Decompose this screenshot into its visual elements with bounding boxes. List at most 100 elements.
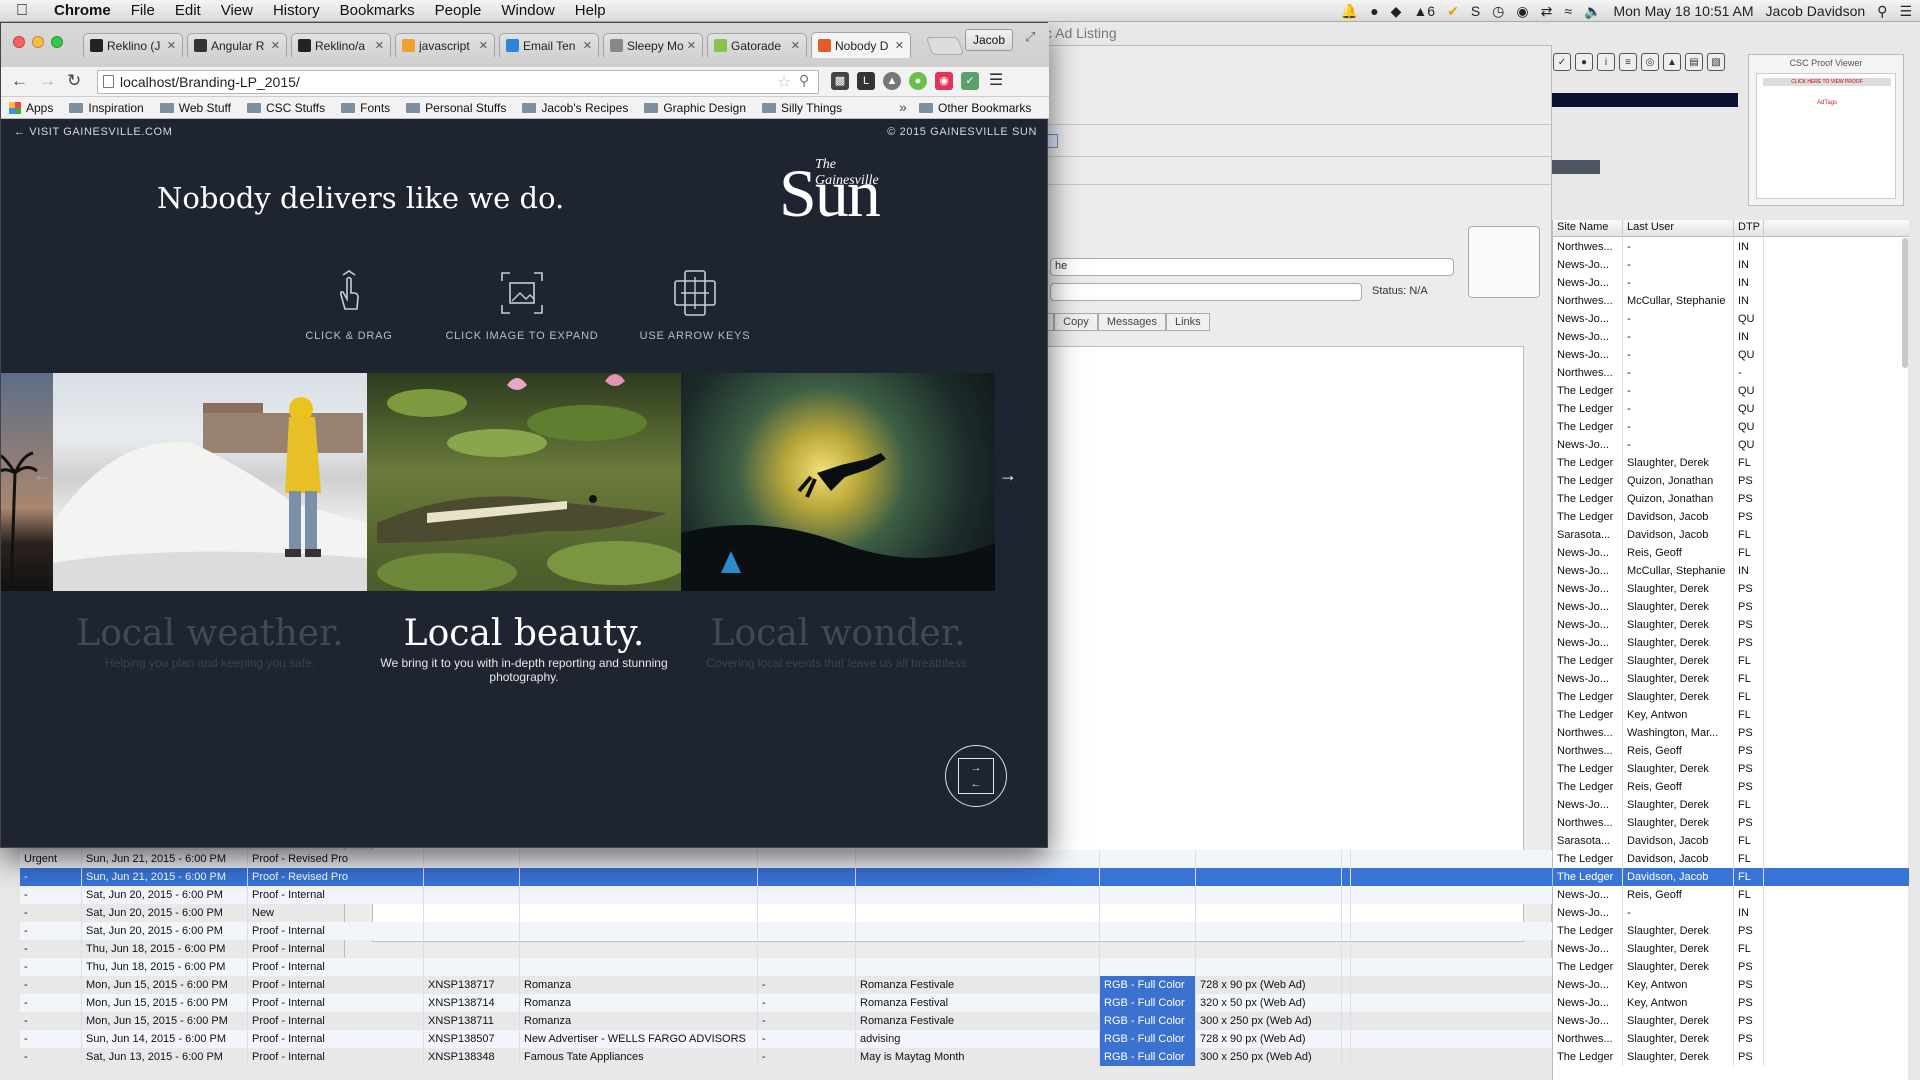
table-row[interactable]: The Ledger Slaughter, Derek FL [1553, 454, 1909, 472]
notification-bell-icon[interactable]: 🔔 [1341, 3, 1358, 20]
table-row[interactable]: News-Jo... - IN [1553, 274, 1909, 292]
apple-menu-icon[interactable]:  [0, 2, 44, 20]
menu-window[interactable]: Window [491, 2, 564, 19]
table-row[interactable]: News-Jo... - IN [1553, 328, 1909, 346]
binoculars-icon[interactable]: ◉ [1516, 3, 1528, 20]
browser-tab[interactable]: Email Ten ✕ [499, 33, 599, 57]
table-row[interactable]: The Ledger Slaughter, Derek PS [1553, 760, 1909, 778]
forward-arrow-icon[interactable]: → [39, 71, 56, 91]
menu-app-chrome[interactable]: Chrome [44, 2, 121, 19]
table-row[interactable]: - Sat, Jun 20, 2015 - 6:00 PM Proof - Inte… [20, 922, 1552, 940]
gainesville-sun-logo[interactable]: Sun The Gainesville [779, 155, 891, 227]
table-row[interactable]: News-Jo... - QU [1553, 310, 1909, 328]
table-row[interactable]: - Thu, Jun 18, 2015 - 6:00 PM Proof - Inte… [20, 958, 1552, 976]
zoom-window-button[interactable] [51, 36, 63, 48]
adobe-icon[interactable]: ▲6 [1413, 3, 1435, 19]
bookmark-folder[interactable]: Inspiration [61, 101, 151, 115]
tab-close-icon[interactable]: ✕ [791, 39, 800, 52]
bookmark-star-icon[interactable]: ☆ [777, 72, 791, 92]
new-tab-button[interactable] [925, 37, 965, 55]
print-icon[interactable]: ▤ [1685, 53, 1703, 71]
table-row[interactable]: Northwes... Slaughter, Derek PS [1553, 1030, 1909, 1048]
table-row[interactable]: News-Jo... Reis, Geoff FL [1553, 886, 1909, 904]
table-row[interactable]: News-Jo... Slaughter, Derek FL [1553, 670, 1909, 688]
address-bar[interactable]: localhost/Branding-LP_2015/ [97, 70, 819, 94]
stop-icon[interactable]: ● [1575, 53, 1593, 71]
table-row[interactable]: News-Jo... Key, Antwon PS [1553, 976, 1909, 994]
target-icon[interactable]: ◎ [1641, 53, 1659, 71]
user-name[interactable]: Jacob Davidson [1766, 3, 1866, 19]
extension-l-icon[interactable]: L [857, 72, 875, 90]
usb-icon[interactable]: ⇄ [1541, 3, 1553, 20]
back-arrow-icon[interactable]: ← [11, 71, 28, 91]
close-window-button[interactable] [13, 36, 25, 48]
dropbox-icon[interactable]: ◆ [1391, 3, 1402, 20]
extension-shield-icon[interactable]: ▲ [883, 72, 901, 90]
table-row[interactable]: News-Jo... - IN [1553, 904, 1909, 922]
evernote-icon[interactable]: ● [1370, 3, 1378, 19]
table-row[interactable]: News-Jo... Key, Antwon PS [1553, 994, 1909, 1012]
table-row[interactable]: The Ledger - QU [1553, 418, 1909, 436]
table-row[interactable]: News-Jo... - QU [1553, 436, 1909, 454]
skype-icon[interactable]: S [1471, 3, 1480, 19]
proof-link-bar[interactable]: CLICK HERE TO VIEW PROOF [1763, 78, 1891, 86]
table-row[interactable]: Northwes... Slaughter, Derek PS [1553, 814, 1909, 832]
table-row[interactable]: The Ledger Davidson, Jacob FL [1553, 868, 1909, 886]
table-row[interactable]: - Sun, Jun 14, 2015 - 6:00 PM Proof - Inte… [20, 1030, 1552, 1048]
notification-center-icon[interactable]: ☰ [1899, 3, 1912, 20]
table-row[interactable]: - Sat, Jun 20, 2015 - 6:00 PM New [20, 904, 1552, 922]
bookmark-folder[interactable]: Jacob's Recipes [514, 101, 636, 115]
table-row[interactable]: - Sun, Jun 21, 2015 - 6:00 PM Proof - Revi… [20, 868, 1552, 886]
tab-close-icon[interactable]: ✕ [375, 39, 384, 52]
table-row[interactable]: The Ledger - QU [1553, 400, 1909, 418]
table-row[interactable]: The Ledger Key, Antwon FL [1553, 706, 1909, 724]
checkmark-icon[interactable]: ✔ [1447, 3, 1459, 20]
fullscreen-icon[interactable]: ⤢ [1025, 29, 1035, 45]
table-row[interactable]: News-Jo... Slaughter, Derek FL [1553, 940, 1909, 958]
menu-file[interactable]: File [121, 2, 165, 19]
carousel-next-arrow-icon[interactable]: → [999, 465, 1017, 486]
list-icon[interactable]: ≡ [1619, 53, 1637, 71]
keyboard-nav-button[interactable]: → ← [945, 745, 1007, 807]
table-row[interactable]: The Ledger Slaughter, Derek FL [1553, 688, 1909, 706]
browser-tab[interactable]: Nobody D ✕ [811, 32, 911, 58]
extension-film-icon[interactable]: ▩ [831, 72, 849, 90]
menu-view[interactable]: View [211, 2, 263, 19]
carousel-photo-weather[interactable] [53, 373, 367, 591]
table-row[interactable]: - Mon, Jun 15, 2015 - 6:00 PM Proof - Inte… [20, 994, 1552, 1012]
thumbnail-well[interactable] [1468, 226, 1540, 298]
table-row[interactable]: The Ledger - QU [1553, 382, 1909, 400]
carousel-photo-beauty[interactable] [367, 373, 681, 591]
table-row[interactable]: The Ledger Slaughter, Derek PS [1553, 1048, 1909, 1066]
clock-text[interactable]: Mon May 18 10:51 AM [1613, 3, 1753, 19]
chrome-menu-icon[interactable]: ☰ [987, 72, 1005, 90]
carousel-prev-arrow-icon[interactable]: ← [33, 465, 51, 486]
table-row[interactable]: News-Jo... - IN [1553, 256, 1909, 274]
profile-button[interactable]: Jacob [965, 29, 1013, 51]
bookmark-folder[interactable]: Fonts [333, 101, 398, 115]
detail-select-2[interactable] [1050, 283, 1362, 301]
extension-eyedropper-icon[interactable]: ✓ [961, 72, 979, 90]
menu-history[interactable]: History [263, 2, 330, 19]
bookmark-folder[interactable]: Web Stuff [152, 101, 239, 115]
table-row[interactable]: Northwes... McCullar, Stephanie IN [1553, 292, 1909, 310]
table-row[interactable]: News-Jo... Slaughter, Derek FL [1553, 796, 1909, 814]
browser-tab[interactable]: Angular R ✕ [187, 33, 287, 57]
menu-help[interactable]: Help [565, 2, 616, 19]
bookmark-folder[interactable]: Graphic Design [636, 101, 754, 115]
print-all-icon[interactable]: ▧ [1707, 53, 1725, 71]
extension-camera-icon[interactable]: ◉ [935, 72, 953, 90]
table-row[interactable]: News-Jo... McCullar, Stephanie IN [1553, 562, 1909, 580]
carousel-photo-wonder[interactable] [681, 373, 995, 591]
table-row[interactable]: The Ledger Quizon, Jonathan PS [1553, 490, 1909, 508]
browser-tab[interactable]: Gatorade ✕ [707, 33, 807, 57]
browser-tab[interactable]: javascript ✕ [395, 33, 495, 57]
table-row[interactable]: - Mon, Jun 15, 2015 - 6:00 PM Proof - Inte… [20, 1012, 1552, 1030]
menu-edit[interactable]: Edit [165, 2, 211, 19]
table-row[interactable]: Northwes... Reis, Geoff PS [1553, 742, 1909, 760]
table-row[interactable]: The Ledger Davidson, Jacob PS [1553, 508, 1909, 526]
approve-icon[interactable]: ✓ [1553, 53, 1571, 71]
tab-close-icon[interactable]: ✕ [167, 39, 176, 52]
info-icon[interactable]: i [1597, 53, 1615, 71]
bookmark-apps[interactable]: Apps [1, 101, 61, 115]
